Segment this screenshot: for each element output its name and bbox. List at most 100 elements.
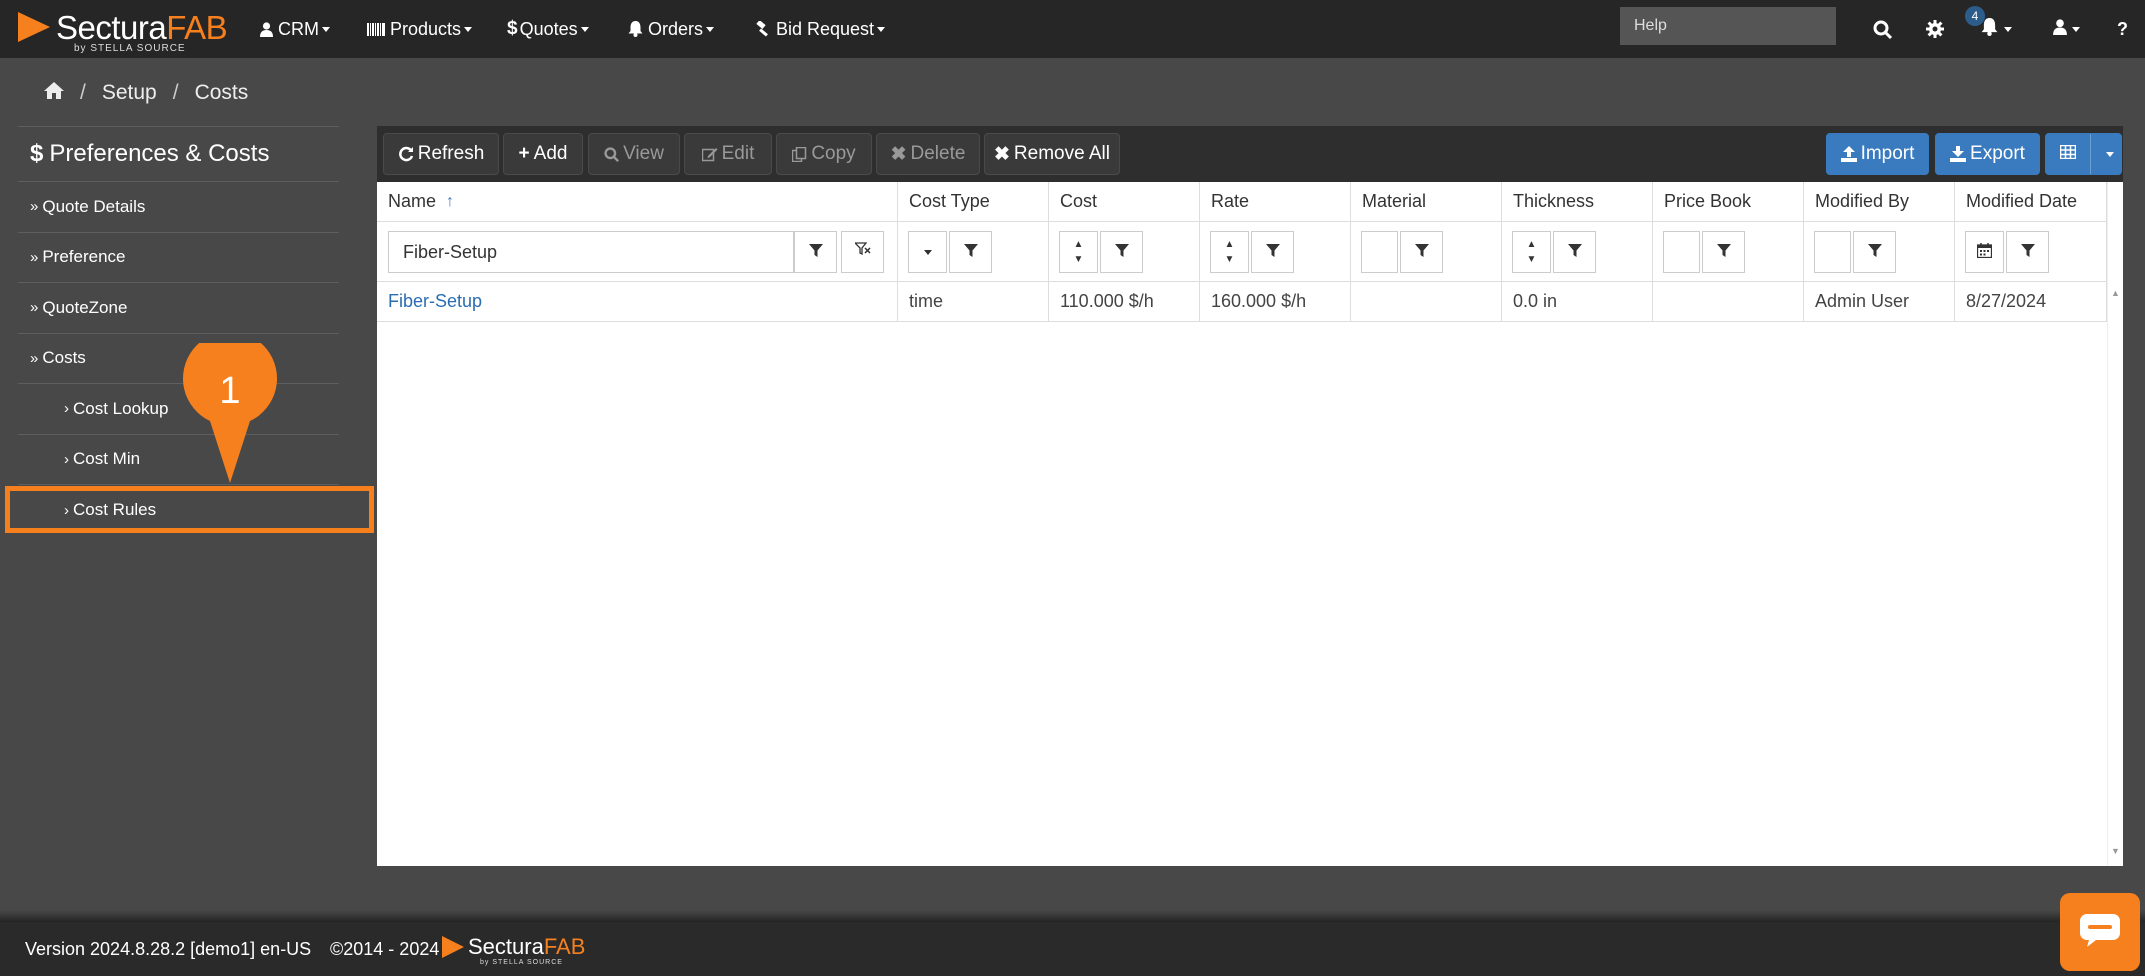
help-search-input[interactable] [1620,7,1836,45]
price-book-filter-input[interactable] [1663,231,1700,273]
column-header-label: Modified Date [1966,191,2078,211]
filter-button[interactable] [1553,231,1596,273]
edit-icon [701,147,718,162]
filter-icon [1567,242,1582,263]
export-button[interactable]: Export [1935,133,2040,175]
top-navbar: SecturaFAB by STELLA SOURCE CRM Products… [0,0,2145,58]
name-filter-input[interactable] [388,231,794,273]
filter-button[interactable] [1100,231,1143,273]
column-header-rate[interactable]: Rate [1200,182,1351,221]
column-header-name[interactable]: Name ↑ [377,182,898,221]
scroll-down-icon[interactable]: ▼ [2111,846,2120,856]
rate-filter-stepper[interactable]: ▲ ▼ [1210,231,1249,273]
nav-quotes-label: Quotes [519,18,578,39]
filter-button[interactable] [1251,231,1294,273]
remove-all-label: Remove All [1013,143,1111,164]
column-header-price-book[interactable]: Price Book [1653,182,1804,221]
table-row[interactable]: Fiber-Setup time 110.000 $/h 160.000 $/h… [377,282,2107,322]
column-header-modified-date[interactable]: Modified Date [1955,182,2107,221]
view-button[interactable]: View [588,133,680,175]
cell-modified-by: Admin User [1804,282,1955,321]
filter-cell-name [377,222,898,281]
home-icon[interactable] [44,81,64,105]
import-label: Import [1860,143,1915,164]
cost-type-filter-dropdown[interactable] [908,231,947,273]
breadcrumb-setup[interactable]: Setup [102,81,157,105]
filter-button[interactable] [794,231,837,273]
nav-orders-label: Orders [648,18,704,39]
user-menu-button[interactable] [2053,0,2080,58]
footer-logo: SecturaFAB by STELLA SOURCE [442,930,592,970]
breadcrumb: / Setup / Costs [44,81,248,105]
date-picker-button[interactable] [1965,231,2004,273]
nav-crm[interactable]: CRM [260,0,330,58]
grid-scrollbar[interactable]: ▲ ▼ [2107,182,2123,866]
clear-filter-icon [852,241,871,263]
import-button[interactable]: Import [1826,133,1929,175]
filter-icon [808,242,823,263]
column-header-thickness[interactable]: Thickness [1502,182,1653,221]
double-chevron-right-icon: » [30,349,39,367]
delete-button[interactable]: ✖ Delete [876,133,980,175]
sidebar-item-label: Cost Min [73,449,141,469]
nav-orders[interactable]: Orders [628,0,715,58]
filter-button[interactable] [1853,231,1896,273]
brand-logo[interactable]: SecturaFAB by STELLA SOURCE [18,8,228,54]
nav-products[interactable]: Products [367,0,473,58]
step-highlight-box [5,486,374,533]
cost-filter-stepper[interactable]: ▲ ▼ [1059,231,1098,273]
sidebar-subitem-cost-lookup[interactable]: › Cost Lookup [18,384,339,435]
columns-menu-button[interactable] [2045,133,2122,175]
cell-cost-type: time [898,282,1049,321]
split-divider [2090,134,2091,174]
notifications-button[interactable]: 4 [1965,0,2012,58]
filter-cell-price-book [1653,222,1804,281]
sidebar-item-preference[interactable]: » Preference [18,233,339,283]
scroll-up-icon[interactable]: ▲ [2111,288,2120,298]
column-header-material[interactable]: Material [1351,182,1502,221]
filter-cell-cost-type [898,222,1049,281]
clear-filter-button[interactable] [841,231,884,273]
spin-up-icon: ▲ [1526,239,1537,250]
filter-button[interactable] [949,231,992,273]
help-question-icon[interactable]: ? [2117,0,2128,58]
thickness-filter-stepper[interactable]: ▲ ▼ [1512,231,1551,273]
column-header-modified-by[interactable]: Modified By [1804,182,1955,221]
chat-widget-button[interactable] [2060,893,2140,971]
filter-cell-modified-by [1804,222,1955,281]
sidebar-item-quote-details[interactable]: » Quote Details [18,182,339,233]
grid-header-row: Name ↑ Cost Type Cost Rate Material Thick… [377,182,2107,222]
gear-icon[interactable] [1926,0,1944,58]
sidebar-item-costs[interactable]: » Costs [18,334,339,384]
nav-products-label: Products [390,18,462,39]
spin-down-icon: ▼ [1526,254,1537,265]
caret-down-icon [2106,152,2114,157]
sidebar-title: $ Preferences & Costs [18,126,339,182]
sort-ascending-icon: ↑ [446,192,455,210]
column-header-cost-type[interactable]: Cost Type [898,182,1049,221]
column-header-cost[interactable]: Cost [1049,182,1200,221]
remove-all-button[interactable]: ✖ Remove All [984,133,1120,175]
modified-by-filter-input[interactable] [1814,231,1851,273]
nav-bid-request[interactable]: Bid Request [754,0,886,58]
add-button[interactable]: + Add [503,133,583,175]
search-icon[interactable] [1873,0,1892,58]
filter-icon [1716,242,1731,263]
filter-button[interactable] [1400,231,1443,273]
filter-button[interactable] [1702,231,1745,273]
cell-material [1351,282,1502,321]
nav-quotes[interactable]: $ Quotes [507,0,589,58]
refresh-button[interactable]: Refresh [383,133,499,175]
cell-rate: 160.000 $/h [1200,282,1351,321]
cell-name[interactable]: Fiber-Setup [377,282,898,321]
footer-logo-tagline: by STELLA SOURCE [480,959,563,966]
edit-button[interactable]: Edit [684,133,772,175]
material-filter-input[interactable] [1361,231,1398,273]
logo-arrow-icon [18,12,50,42]
filter-button[interactable] [2006,231,2049,273]
sidebar-item-quotezone[interactable]: » QuoteZone [18,283,339,334]
sidebar-item-label: Costs [42,348,86,368]
copy-button[interactable]: Copy [776,133,872,175]
chevron-right-icon: › [64,450,69,468]
sidebar-subitem-cost-min[interactable]: › Cost Min [18,435,339,485]
